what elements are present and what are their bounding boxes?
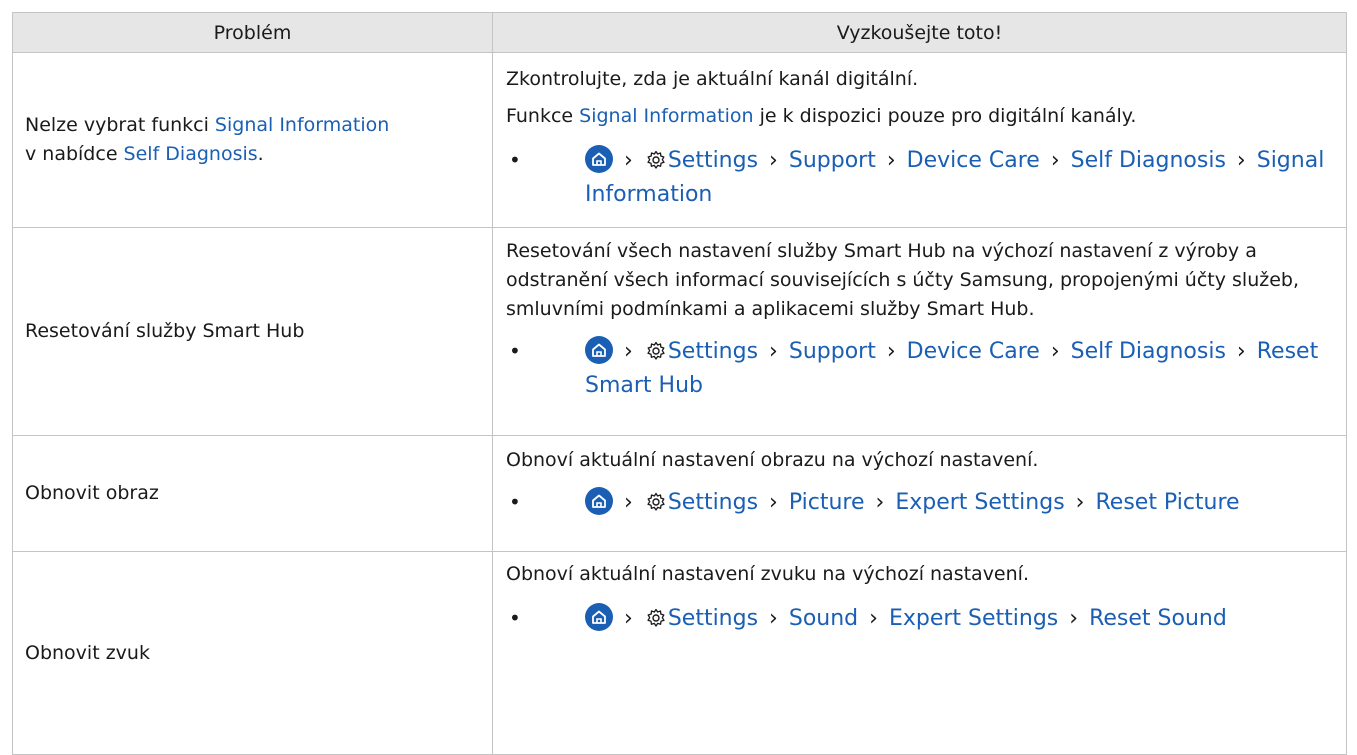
problem-cell: Obnovit obraz <box>12 435 493 552</box>
bullet: • <box>509 148 521 172</box>
troubleshooting-table: Problém Vyzkoušejte toto! Nelze vybrat f… <box>12 12 1347 755</box>
home-icon <box>585 487 613 515</box>
menu-path-item[interactable]: Support <box>789 148 876 173</box>
solution-text: Funkce Signal Information je k dispozici… <box>506 105 1137 127</box>
chevron-right-icon: › <box>875 490 885 515</box>
menu-path-item[interactable]: Expert Settings <box>895 490 1064 515</box>
chevron-right-icon: › <box>624 148 633 173</box>
solution-text: Resetování všech nastavení služby Smart … <box>506 240 1299 320</box>
table-row: Obnovit zvuk Obnoví aktuální nastavení z… <box>12 551 1347 755</box>
menu-path-item[interactable]: Settings <box>668 148 758 173</box>
home-icon <box>585 603 613 631</box>
chevron-right-icon: › <box>769 148 778 173</box>
chevron-right-icon: › <box>624 606 633 631</box>
solution-text: Obnoví aktuální nastavení obrazu na vých… <box>506 449 1039 471</box>
menu-path: • › Settings › Support › Device Care › S… <box>506 336 1334 401</box>
gear-icon <box>646 148 666 179</box>
link-signal-information[interactable]: Signal Information <box>579 105 753 127</box>
chevron-right-icon: › <box>1236 339 1246 364</box>
menu-path: • › Settings › Picture › Expert Settings… <box>506 487 1334 521</box>
menu-path-item[interactable]: Device Care <box>907 148 1040 173</box>
page: Problém Vyzkoušejte toto! Nelze vybrat f… <box>0 0 1357 755</box>
bullet: • <box>509 490 521 514</box>
menu-path-item[interactable]: Support <box>789 339 876 364</box>
gear-icon <box>646 606 666 637</box>
home-icon <box>585 145 613 173</box>
header-solution: Vyzkoušejte toto! <box>492 12 1347 53</box>
solution-cell: Resetování všech nastavení služby Smart … <box>492 227 1347 436</box>
chevron-right-icon: › <box>1050 148 1060 173</box>
menu-path-item[interactable]: Settings <box>668 606 758 631</box>
chevron-right-icon: › <box>1075 490 1085 515</box>
table-row: Obnovit obraz Obnoví aktuální nastavení … <box>12 435 1347 552</box>
menu-path-item[interactable]: Sound <box>789 606 858 631</box>
link-self-diagnosis[interactable]: Self Diagnosis <box>124 143 258 165</box>
chevron-right-icon: › <box>1050 339 1060 364</box>
chevron-right-icon: › <box>769 339 778 364</box>
header-problem: Problém <box>12 12 493 53</box>
problem-text: Nelze vybrat funkci <box>25 114 215 136</box>
problem-text: . <box>257 143 264 165</box>
menu-path-item[interactable]: Reset Sound <box>1089 606 1227 631</box>
problem-cell: Nelze vybrat funkci Signal Information v… <box>12 52 493 228</box>
problem-cell: Resetování služby Smart Hub <box>12 227 493 436</box>
menu-path-item[interactable]: Settings <box>668 490 758 515</box>
table-row: Resetování služby Smart Hub Resetování v… <box>12 227 1347 436</box>
table-row: Nelze vybrat funkci Signal Information v… <box>12 52 1347 228</box>
chevron-right-icon: › <box>624 339 633 364</box>
menu-path-item[interactable]: Picture <box>789 490 865 515</box>
bullet: • <box>509 339 521 363</box>
chevron-right-icon: › <box>769 490 778 515</box>
problem-cell: Obnovit zvuk <box>12 551 493 755</box>
chevron-right-icon: › <box>886 339 896 364</box>
chevron-right-icon: › <box>624 490 633 515</box>
chevron-right-icon: › <box>869 606 878 631</box>
chevron-right-icon: › <box>1069 606 1079 631</box>
solution-cell: Obnoví aktuální nastavení obrazu na vých… <box>492 435 1347 552</box>
gear-icon <box>646 339 666 370</box>
menu-path: • › Settings › Sound › Expert Settings ›… <box>506 603 1334 637</box>
menu-path-item[interactable]: Expert Settings <box>889 606 1058 631</box>
link-signal-information[interactable]: Signal Information <box>215 114 389 136</box>
menu-path: • › Settings › Support › Device Care › S… <box>506 145 1334 210</box>
menu-path-item[interactable]: Device Care <box>907 339 1040 364</box>
menu-path-item[interactable]: Self Diagnosis <box>1071 148 1226 173</box>
chevron-right-icon: › <box>886 148 896 173</box>
solution-cell: Obnoví aktuální nastavení zvuku na výcho… <box>492 551 1347 755</box>
chevron-right-icon: › <box>1236 148 1246 173</box>
problem-text: v nabídce <box>25 143 124 165</box>
solution-cell: Zkontrolujte, zda je aktuální kanál digi… <box>492 52 1347 228</box>
bullet: • <box>509 606 521 630</box>
table-header-row: Problém Vyzkoušejte toto! <box>12 12 1347 53</box>
menu-path-item[interactable]: Reset Picture <box>1095 490 1239 515</box>
solution-text: Zkontrolujte, zda je aktuální kanál digi… <box>506 68 919 90</box>
menu-path-item[interactable]: Self Diagnosis <box>1071 339 1226 364</box>
solution-text: Obnoví aktuální nastavení zvuku na výcho… <box>506 563 1029 585</box>
gear-icon <box>646 490 666 521</box>
home-icon <box>585 336 613 364</box>
chevron-right-icon: › <box>769 606 778 631</box>
menu-path-item[interactable]: Settings <box>668 339 758 364</box>
